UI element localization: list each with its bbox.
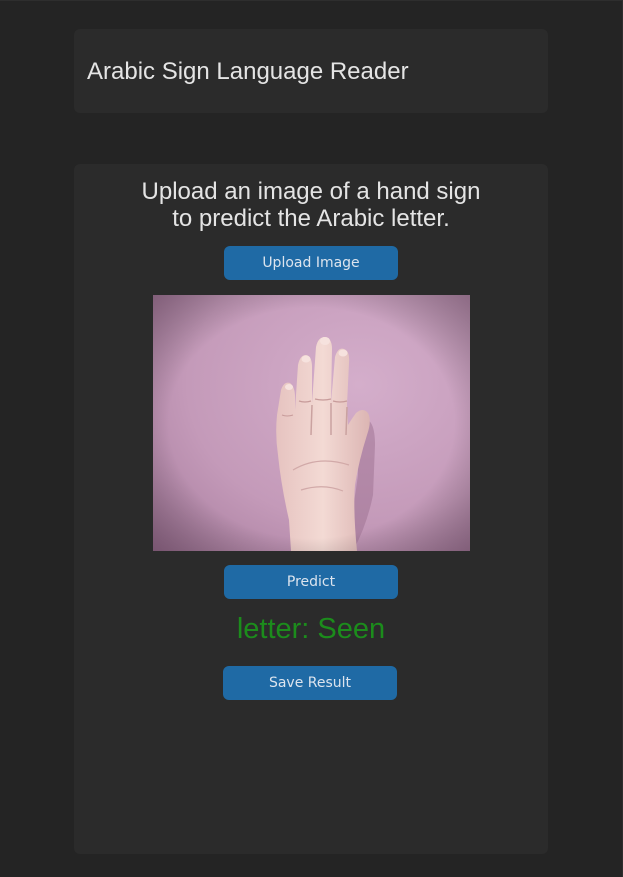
app-window: Arabic Sign Language Reader Upload an im…	[0, 0, 623, 877]
uploaded-hand-image	[153, 295, 470, 551]
instruction-line-2: to predict the Arabic letter.	[172, 205, 450, 232]
upload-image-button[interactable]: Upload Image	[224, 246, 398, 280]
main-panel: Upload an image of a hand sign to predic…	[74, 164, 548, 854]
prediction-result: letter: Seen	[236, 613, 386, 645]
header-panel: Arabic Sign Language Reader	[74, 29, 548, 113]
instruction-line-1: Upload an image of a hand sign	[141, 178, 481, 205]
hand-sign-picture	[153, 295, 470, 551]
save-result-button[interactable]: Save Result	[223, 666, 397, 700]
app-title: Arabic Sign Language Reader	[87, 58, 409, 85]
predict-button[interactable]: Predict	[224, 565, 398, 599]
instruction-text: Upload an image of a hand sign to predic…	[74, 178, 548, 232]
